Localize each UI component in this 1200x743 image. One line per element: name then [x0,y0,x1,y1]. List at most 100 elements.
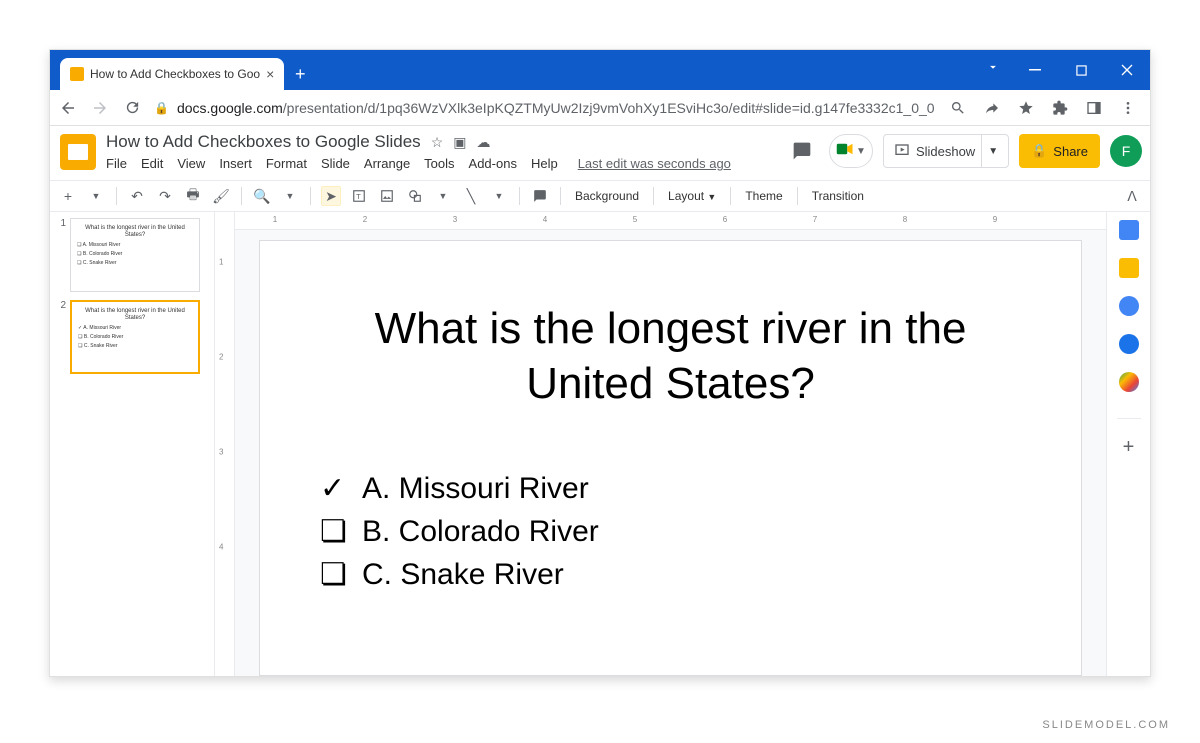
slide-canvas[interactable]: What is the longest river in the United … [259,240,1082,676]
new-tab-button[interactable]: + [286,60,314,88]
zoom-button[interactable]: 🔍 [252,186,272,206]
back-button[interactable] [58,98,78,118]
ruler-tick: 9 [993,215,997,224]
slideshow-button[interactable]: Slideshow ▼ [883,134,1009,168]
tasks-addon-icon[interactable] [1119,296,1139,316]
transition-button[interactable]: Transition [808,189,868,203]
comment-tool[interactable] [530,186,550,206]
ruler-tick: 1 [219,258,223,267]
slide-option[interactable]: ❏C. Snake River [320,557,1021,592]
line-dropdown-icon[interactable]: ▼ [489,186,509,206]
document-info: How to Add Checkboxes to Google Slides ☆… [106,130,731,171]
slideshow-dropdown-icon[interactable]: ▼ [981,135,998,167]
new-slide-dropdown-icon[interactable]: ▼ [86,186,106,206]
thumbnail-row[interactable]: 2What is the longest river in the United… [56,300,208,374]
print-button[interactable]: 🖶 [183,186,203,206]
contacts-addon-icon[interactable] [1119,334,1139,354]
ruler-tick: 2 [219,353,223,362]
thumbnail-row[interactable]: 1What is the longest river in the United… [56,218,208,292]
chrome-menu-icon[interactable] [1118,98,1138,118]
browser-window: How to Add Checkboxes to Goo × + 🔒 docs.… [49,49,1151,677]
ruler-tick: 8 [903,215,907,224]
comments-button[interactable] [785,134,819,168]
maps-addon-icon[interactable] [1119,372,1139,392]
star-icon[interactable]: ☆ [431,134,444,151]
account-avatar[interactable]: F [1110,135,1142,167]
address-field[interactable]: 🔒 docs.google.com/presentation/d/1pq36Wz… [154,100,936,116]
slides-header: How to Add Checkboxes to Google Slides ☆… [50,126,1150,180]
reload-button[interactable] [122,98,142,118]
new-slide-button[interactable]: + [58,186,78,206]
chrome-titlebar: How to Add Checkboxes to Goo × + [50,50,1150,90]
ruler-tick: 6 [723,215,727,224]
keep-addon-icon[interactable] [1119,258,1139,278]
separator [310,187,311,205]
textbox-tool[interactable]: T [349,186,369,206]
share-label: Share [1053,144,1088,159]
move-icon[interactable]: ▣ [453,134,466,151]
slide-option[interactable]: ❏B. Colorado River [320,514,1021,549]
menu-addons[interactable]: Add-ons [469,156,517,171]
bookmark-icon[interactable] [1016,98,1036,118]
menu-insert[interactable]: Insert [219,156,252,171]
close-window-button[interactable] [1104,50,1150,90]
browser-tab[interactable]: How to Add Checkboxes to Goo × [60,58,284,90]
get-addons-button[interactable]: + [1119,437,1139,457]
menu-view[interactable]: View [177,156,205,171]
slideshow-label: Slideshow [916,144,975,159]
menu-arrange[interactable]: Arrange [364,156,410,171]
checkbox-icon: ❏ [320,514,344,549]
minimize-button[interactable] [1012,50,1058,90]
side-panel: + [1106,212,1150,676]
menu-file[interactable]: File [106,156,127,171]
last-edit-link[interactable]: Last edit was seconds ago [578,156,731,171]
menu-help[interactable]: Help [531,156,558,171]
menu-tools[interactable]: Tools [424,156,454,171]
select-tool[interactable]: ➤ [321,186,341,206]
collapse-toolbar-icon[interactable]: ᐱ [1122,186,1142,206]
ruler-tick: 4 [543,215,547,224]
tab-search-icon[interactable] [986,60,1000,79]
slide-title-text[interactable]: What is the longest river in the United … [320,301,1021,411]
shape-dropdown-icon[interactable]: ▼ [433,186,453,206]
undo-button[interactable]: ↶ [127,186,147,206]
slide-option-text: A. Missouri River [362,472,589,506]
separator [1117,418,1141,419]
background-button[interactable]: Background [571,189,643,203]
thumbnail[interactable]: What is the longest river in the United … [70,218,200,292]
thumbnail[interactable]: What is the longest river in the United … [70,300,200,374]
checkbox-icon: ❏ [320,557,344,592]
slides-logo-icon[interactable] [60,134,96,170]
slides-toolbar: + ▼ ↶ ↷ 🖶 🖌 🔍 ▼ ➤ T ▼ ╲ ▼ Background Lay… [50,180,1150,212]
zoom-dropdown-icon[interactable]: ▼ [280,186,300,206]
share-button[interactable]: 🔒 Share [1019,134,1100,168]
menu-format[interactable]: Format [266,156,307,171]
redo-button[interactable]: ↷ [155,186,175,206]
separator [116,187,117,205]
image-tool[interactable] [377,186,397,206]
shape-tool[interactable] [405,186,425,206]
theme-button[interactable]: Theme [741,189,786,203]
layout-button[interactable]: Layout ▼ [664,189,720,203]
menu-slide[interactable]: Slide [321,156,350,171]
slide-option[interactable]: ✓A. Missouri River [320,471,1021,506]
document-title[interactable]: How to Add Checkboxes to Google Slides [106,132,421,152]
maximize-button[interactable] [1058,50,1104,90]
zoom-icon[interactable] [948,98,968,118]
line-tool[interactable]: ╲ [461,186,481,206]
side-panel-icon[interactable] [1084,98,1104,118]
toolbar-right-icons [948,98,1142,118]
thumbnail-item: ❏ B. Colorado River [78,334,192,340]
work-area: 1 What is the longest river in the United… [50,212,1150,676]
calendar-addon-icon[interactable] [1119,220,1139,240]
separator [797,187,798,205]
cloud-status-icon[interactable]: ☁ [476,134,490,151]
paint-format-button[interactable]: 🖌 [211,186,231,206]
forward-button[interactable] [90,98,110,118]
thumbnail-panel[interactable]: 1What is the longest river in the United… [50,212,215,676]
menu-edit[interactable]: Edit [141,156,163,171]
extensions-icon[interactable] [1050,98,1070,118]
share-url-icon[interactable] [982,98,1002,118]
meet-button[interactable]: ▼ [829,134,873,168]
close-tab-icon[interactable]: × [266,66,274,82]
